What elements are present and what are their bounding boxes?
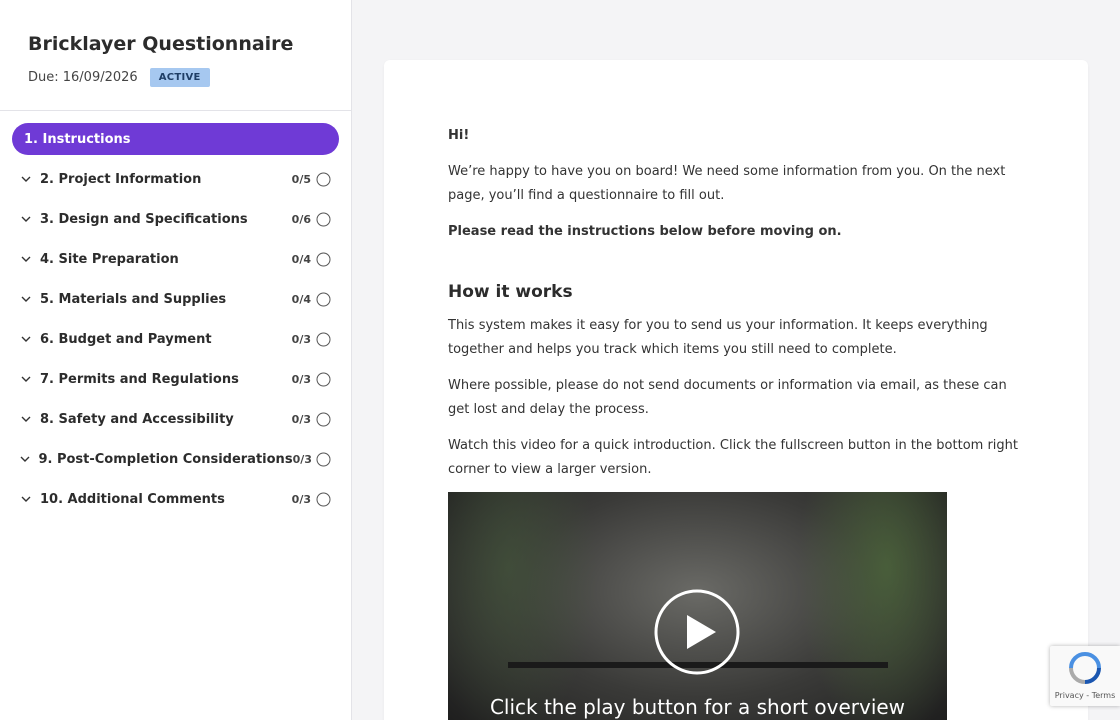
nav-item-site-preparation[interactable]: 4. Site Preparation 0/4 [12,239,339,279]
video-thumbnail-detail [797,492,947,720]
how-it-works-text: This system makes it easy for you to sen… [448,318,988,357]
due-date: Due: 16/09/2026 [28,69,138,85]
recaptcha-icon [1069,652,1101,684]
progress-ring-icon [315,171,331,187]
progress-ring-icon [315,251,331,267]
progress-count: 0/5 [291,172,311,186]
section-heading: How it works [448,282,573,302]
nav-item-label: 3. Design and Specifications [40,211,248,227]
progress-count: 0/4 [291,252,311,266]
read-instructions-text: Please read the instructions below befor… [448,224,842,239]
instructions-card: Hi! We’re happy to have you on board! We… [384,60,1088,720]
chevron-down-icon[interactable] [12,159,40,199]
nav-item-label: 1. Instructions [24,131,131,147]
nav-item-design-specifications[interactable]: 3. Design and Specifications 0/6 [12,199,339,239]
nav-item-project-information[interactable]: 2. Project Information 0/5 [12,159,339,199]
nav-item-label: 4. Site Preparation [40,251,179,267]
video-instructions-text: Watch this video for a quick introductio… [448,438,1019,477]
nav-item-label: 7. Permits and Regulations [40,371,239,387]
instructions-content: Hi! We’re happy to have you on board! We… [384,60,1088,482]
nav-item-label: 9. Post-Completion Considerations [38,451,293,467]
progress-count: 0/3 [291,412,311,426]
chevron-down-icon[interactable] [12,479,40,519]
progress-ring-icon [315,371,331,387]
nav-item-label: 2. Project Information [40,171,202,187]
email-notice-text: Where possible, please do not send docum… [448,378,1007,417]
sidebar-header: Bricklayer Questionnaire Due: 16/09/2026… [0,0,351,111]
progress-count: 0/3 [291,372,311,386]
nav-item-budget-payment[interactable]: 6. Budget and Payment 0/3 [12,319,339,359]
nav-item-materials-supplies[interactable]: 5. Materials and Supplies 0/4 [12,279,339,319]
progress-ring-icon [316,451,331,467]
recaptcha-links[interactable]: Privacy - Terms [1050,691,1120,700]
chevron-down-icon[interactable] [12,199,40,239]
progress-count: 0/3 [291,332,311,346]
progress-count: 0/3 [292,452,312,466]
video-thumbnail-detail [448,492,598,720]
nav-item-post-completion[interactable]: 9. Post-Completion Considerations 0/3 [12,439,339,479]
nav-item-label: 5. Materials and Supplies [40,291,227,307]
progress-ring-icon [315,291,331,307]
progress-ring-icon [315,211,331,227]
questionnaire-meta: Due: 16/09/2026 ACTIVE [28,65,323,89]
nav-item-permits-regulations[interactable]: 7. Permits and Regulations 0/3 [12,359,339,399]
status-badge: ACTIVE [149,67,210,87]
chevron-down-icon[interactable] [12,319,40,359]
nav-item-label: 8. Safety and Accessibility [40,411,234,427]
video-caption: Click the play button for a short overvi… [489,695,906,719]
recaptcha-badge[interactable]: Privacy - Terms [1050,646,1120,706]
greeting: Hi! [448,128,470,143]
progress-count: 0/4 [291,292,311,306]
nav-item-safety-accessibility[interactable]: 8. Safety and Accessibility 0/3 [12,399,339,439]
nav-item-instructions[interactable]: 1. Instructions [12,123,339,155]
nav-item-label: 6. Budget and Payment [40,331,212,347]
chevron-down-icon[interactable] [12,359,40,399]
nav-item-label: 10. Additional Comments [40,491,225,507]
chevron-down-icon[interactable] [12,399,40,439]
chevron-down-icon[interactable] [12,239,40,279]
progress-ring-icon [315,411,331,427]
play-icon[interactable] [654,589,740,675]
questionnaire-title: Bricklayer Questionnaire [28,33,294,55]
progress-ring-icon [315,491,331,507]
nav-item-additional-comments[interactable]: 10. Additional Comments 0/3 [12,479,339,519]
intro-video[interactable]: Click the play button for a short overvi… [448,492,947,720]
chevron-down-icon[interactable] [12,439,38,479]
progress-count: 0/6 [291,212,311,226]
chevron-down-icon[interactable] [12,279,40,319]
sidebar: Bricklayer Questionnaire Due: 16/09/2026… [0,0,352,720]
progress-count: 0/3 [291,492,311,506]
intro-text: We’re happy to have you on board! We nee… [448,164,1006,203]
section-nav: 1. Instructions 2. Project Information 0… [0,111,351,519]
progress-ring-icon [315,331,331,347]
